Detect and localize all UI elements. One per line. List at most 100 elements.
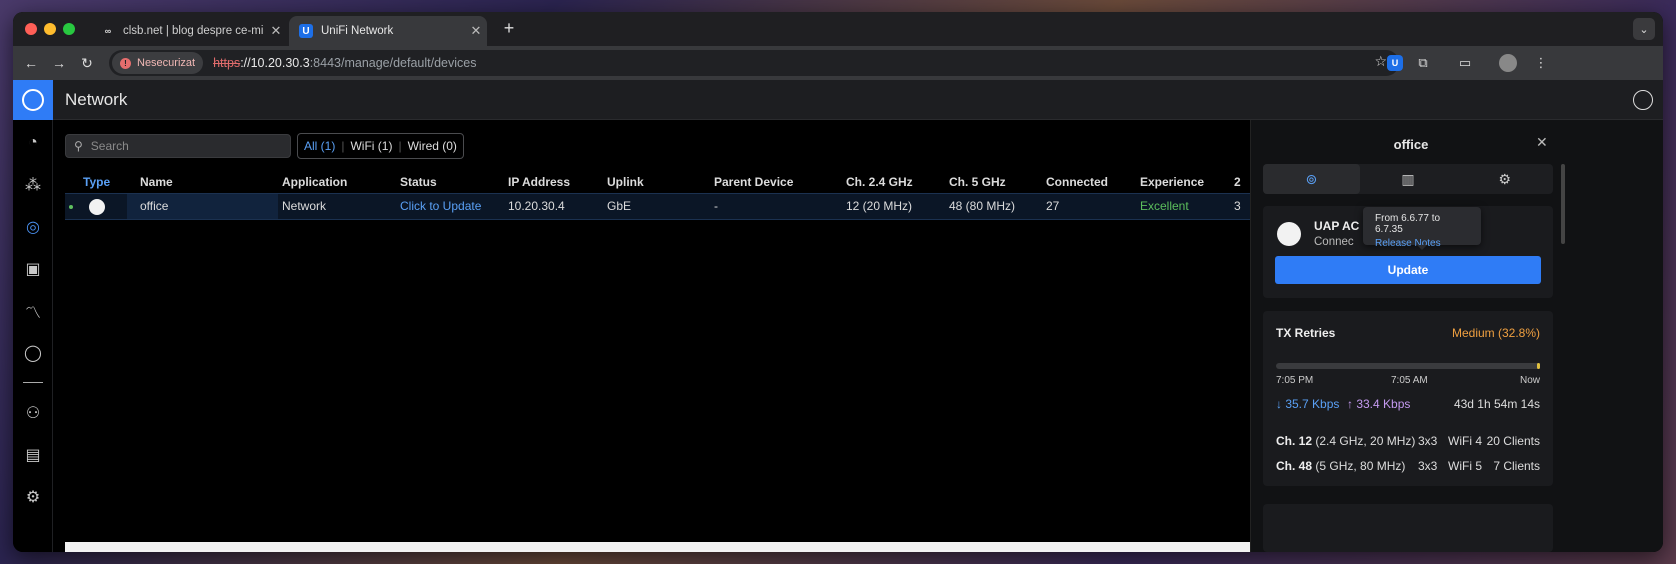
col-parent[interactable]: Parent Device [714, 171, 793, 193]
col-ip[interactable]: IP Address [508, 171, 570, 193]
bookmark-star-icon[interactable]: ☆ [1374, 53, 1387, 70]
col-application[interactable]: Application [282, 171, 347, 193]
url-text[interactable]: https://10.20.30.3:8443/manage/default/d… [213, 56, 476, 70]
close-tab-icon[interactable]: ✕ [265, 23, 287, 39]
radio-wifi-gen: WiFi 5 [1448, 459, 1482, 473]
horizontal-scrollbar[interactable] [65, 542, 1250, 552]
devices-main: ⚲ All (1) | WiFi (1) | Wired (0) Type Na… [53, 120, 1250, 552]
new-tab-button[interactable]: + [497, 18, 521, 39]
topology-icon[interactable]: ⁂ [22, 174, 44, 196]
browser-tab-clsb[interactable]: ∞ clsb.net | blog despre ce-mi c... ✕ [91, 16, 287, 46]
browser-profile-avatar[interactable] [1499, 54, 1517, 72]
close-tab-icon[interactable]: ✕ [465, 23, 487, 39]
radio-mimo: 3x3 [1418, 459, 1438, 473]
unifi-logo-icon: U [299, 24, 313, 38]
search-box[interactable]: ⚲ [65, 134, 291, 158]
user-profile-icon[interactable] [1633, 90, 1653, 110]
panel-title: office [1393, 137, 1429, 152]
timeline-start: 7:05 PM [1276, 375, 1314, 386]
maximize-window-button[interactable] [63, 23, 75, 35]
overview-binoculars-icon[interactable]: ⊚ [1263, 164, 1360, 194]
filter-all[interactable]: All (1) [304, 139, 335, 153]
col-name[interactable]: Name [140, 171, 173, 193]
panel-scrollbar[interactable] [1561, 164, 1565, 244]
unifi-extension-icon[interactable]: U [1387, 55, 1403, 71]
tab-bar: ∞ clsb.net | blog despre ce-mi c... ✕ U … [13, 12, 1663, 46]
forward-button[interactable]: → [49, 53, 69, 73]
tab-title: clsb.net | blog despre ce-mi c... [123, 25, 265, 37]
radio-channel: Ch. 48 [1276, 459, 1313, 473]
dashboard-icon[interactable]: ◔ [22, 132, 44, 154]
timeline-mid: 7:05 AM [1391, 375, 1428, 386]
col-status[interactable]: Status [400, 171, 437, 193]
close-icon[interactable]: ✕ [1536, 134, 1548, 151]
sidebar: ◔ ⁂ ◎ ▣ 〽 ◯ ⚇ ▤ ⚙ [13, 120, 53, 552]
insights-bar-chart-icon[interactable]: ▥ [1360, 164, 1457, 194]
col-truncated[interactable]: 2 [1234, 171, 1241, 193]
radio-clients: 7 Clients [1493, 459, 1540, 473]
radio-row-24ghz: Ch. 12 (2.4 GHz, 20 MHz) 3x3 WiFi 4 20 C… [1276, 434, 1540, 450]
col-ch24[interactable]: Ch. 2.4 GHz [846, 171, 913, 193]
back-button[interactable]: ← [21, 53, 41, 73]
release-notes-link[interactable]: Release Notes [1375, 238, 1469, 249]
upload-rate: ↑ 33.4 Kbps [1347, 397, 1411, 411]
access-point-icon [89, 199, 105, 215]
click-to-update-link[interactable]: Click to Update [400, 194, 481, 219]
warning-icon: ! [120, 57, 131, 69]
device-ip: 10.20.30.4 [508, 199, 565, 213]
app-header: Network [13, 80, 1663, 120]
tab-title: UniFi Network [321, 25, 394, 37]
hotspot-users-icon[interactable]: ⚇ [22, 402, 44, 424]
col-ch5[interactable]: Ch. 5 GHz [949, 171, 1006, 193]
radio-row-5ghz: Ch. 48 (5 GHz, 80 MHz) 3x3 WiFi 5 7 Clie… [1276, 459, 1540, 475]
browser-window: ∞ clsb.net | blog despre ce-mi c... ✕ U … [13, 12, 1663, 552]
insights-bulb-icon[interactable]: ◯ [22, 342, 44, 364]
device-connected: 27 [1046, 199, 1060, 213]
search-input[interactable] [90, 139, 271, 153]
reading-list-icon[interactable]: ▭ [1455, 53, 1475, 73]
col-experience[interactable]: Experience [1140, 171, 1204, 193]
download-rate: ↓ 35.7 Kbps [1276, 397, 1340, 411]
device-name[interactable]: office [127, 194, 278, 219]
device-uplink: GbE [607, 199, 632, 213]
reload-button[interactable]: ↻ [77, 53, 97, 73]
col-uplink[interactable]: Uplink [607, 171, 644, 193]
extensions-puzzle-icon[interactable]: ⧉ [1413, 53, 1433, 73]
alarms-log-icon[interactable]: ▤ [22, 444, 44, 466]
tx-retries-value: Medium (32.8%) [1451, 326, 1540, 340]
settings-gear-icon[interactable]: ⚙ [1456, 164, 1553, 194]
device-parent: - [714, 199, 718, 213]
browser-menu-icon[interactable]: ⋮ [1531, 53, 1551, 73]
address-bar: ← → ↻ ! Nesecurizat https://10.20.30.3:8… [13, 46, 1663, 80]
close-window-button[interactable] [25, 23, 37, 35]
browser-tab-unifi[interactable]: U UniFi Network ✕ [289, 16, 487, 46]
update-button[interactable]: Update [1275, 256, 1541, 284]
security-chip[interactable]: ! Nesecurizat [112, 52, 204, 74]
omnibox[interactable]: ! Nesecurizat https://10.20.30.3:8443/ma… [109, 50, 1399, 76]
access-point-icon [1277, 222, 1301, 246]
sidebar-divider [23, 382, 43, 383]
clients-icon[interactable]: ▣ [22, 258, 44, 280]
radio-detail: (2.4 GHz, 20 MHz) [1315, 434, 1416, 448]
unifi-circle-icon [22, 89, 44, 111]
col-type[interactable]: Type [83, 171, 110, 193]
minimize-window-button[interactable] [44, 23, 56, 35]
settings-gear-icon[interactable]: ⚙ [22, 486, 44, 508]
filter-separator: | [341, 139, 345, 153]
device-application: Network [282, 199, 327, 213]
devices-icon[interactable]: ◎ [22, 216, 44, 238]
radio-clients: 20 Clients [1486, 434, 1540, 448]
filter-wired[interactable]: Wired (0) [408, 139, 457, 153]
timeline-end: Now [1519, 375, 1540, 386]
tab-search-button[interactable]: ⌄ [1633, 18, 1655, 40]
radio-detail: (5 GHz, 80 MHz) [1315, 459, 1406, 473]
device-extra: 3 [1234, 199, 1241, 213]
statistics-icon[interactable]: 〽 [22, 300, 44, 322]
device-experience: Excellent [1140, 199, 1189, 213]
filter-wifi[interactable]: WiFi (1) [350, 139, 392, 153]
firmware-version-text: From 6.6.77 to 6.7.35 [1375, 213, 1441, 235]
col-connected[interactable]: Connected [1046, 171, 1108, 193]
device-summary-card: UAP AC Connec From 6.6.77 to 6.7.35 Rele… [1263, 206, 1553, 298]
unifi-home-logo[interactable] [13, 80, 53, 120]
table-row[interactable]: office Network Click to Update 10.20.30.… [65, 193, 1250, 220]
